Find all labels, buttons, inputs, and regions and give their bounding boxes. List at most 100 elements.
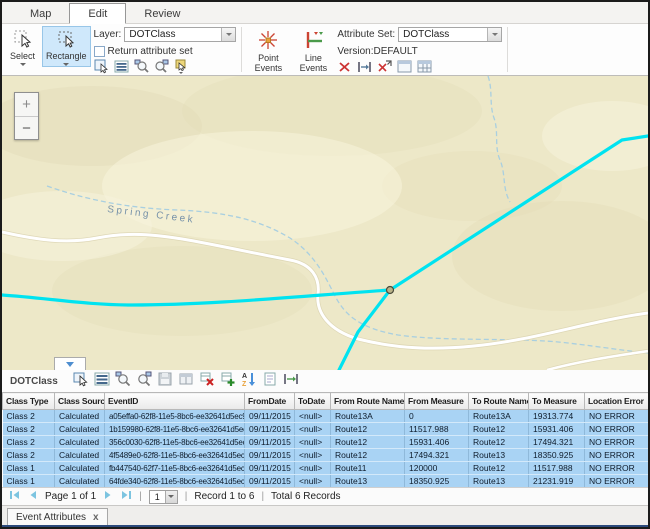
close-tab-icon[interactable]: x bbox=[93, 512, 99, 523]
attribute-set-combobox[interactable]: DOTClass bbox=[398, 27, 502, 42]
point-events-icon bbox=[257, 29, 279, 53]
table-cell: NO ERROR bbox=[585, 410, 649, 423]
table-cell: Class 1 bbox=[3, 475, 55, 488]
table-cell: <null> bbox=[295, 449, 331, 462]
table-cell: 09/11/2015 bbox=[245, 475, 295, 488]
column-header[interactable]: From Measure bbox=[405, 393, 469, 410]
table-cell: NO ERROR bbox=[585, 462, 649, 475]
attribute-set-value: DOTClass bbox=[399, 29, 487, 40]
collapse-arrow-icon bbox=[66, 362, 74, 367]
column-header[interactable]: ToDate bbox=[295, 393, 331, 410]
column-header[interactable]: FromDate bbox=[245, 393, 295, 410]
table-cell: 11517.988 bbox=[405, 423, 469, 436]
table-cell: <null> bbox=[295, 410, 331, 423]
last-page-button[interactable] bbox=[120, 490, 132, 503]
add-record-icon[interactable] bbox=[220, 371, 236, 392]
svg-text:A: A bbox=[242, 373, 247, 380]
page-status-text: Page 1 of 1 bbox=[45, 491, 96, 502]
event-attributes-tab-label: Event Attributes bbox=[16, 512, 86, 523]
table-cell: 21231.919 bbox=[529, 475, 585, 488]
point-events-label: Point Events bbox=[251, 53, 285, 73]
tab-review[interactable]: Review bbox=[126, 4, 198, 23]
column-header[interactable]: To Route Name bbox=[469, 393, 529, 410]
table-row[interactable]: Class 2Calculated356c0030-62f8-11e5-8bc6… bbox=[3, 436, 649, 449]
map-canvas[interactable]: Spring Creek + − bbox=[2, 76, 648, 370]
table-cell: Calculated bbox=[55, 423, 105, 436]
zoom-in-button[interactable]: + bbox=[15, 93, 38, 116]
panel-collapse-handle[interactable] bbox=[54, 357, 86, 370]
table-cell: NO ERROR bbox=[585, 475, 649, 488]
table-cell: 18350.925 bbox=[405, 475, 469, 488]
table-cell: Route13A bbox=[331, 410, 405, 423]
column-header[interactable]: To Measure bbox=[529, 393, 585, 410]
point-events-button[interactable]: Point Events bbox=[247, 26, 289, 74]
table-cell: fb447540-62f7-11e5-8bc6-ee32641d5ec9 bbox=[105, 462, 245, 475]
selection-group: Select Rectangle Layer: DOTClass bbox=[2, 24, 240, 75]
table-row[interactable]: Class 2Calculated4f5489e0-62f8-11e5-8bc6… bbox=[3, 449, 649, 462]
line-events-icon bbox=[302, 29, 324, 53]
select-records-icon[interactable] bbox=[73, 371, 89, 392]
line-events-button[interactable]: Line Events bbox=[292, 26, 334, 74]
save-icon[interactable] bbox=[157, 371, 173, 392]
table-cell: Calculated bbox=[55, 436, 105, 449]
edit-events-group: Point Events Line Events Attribute Set: … bbox=[243, 24, 506, 75]
event-editor-window: Map Edit Review Select Rectangle bbox=[0, 0, 650, 529]
column-header[interactable]: EventID bbox=[105, 393, 245, 410]
return-attribute-set-checkbox[interactable] bbox=[94, 46, 105, 57]
tab-map[interactable]: Map bbox=[12, 4, 69, 23]
measure-icon[interactable] bbox=[283, 371, 299, 392]
select-dropdown-caret-icon[interactable] bbox=[20, 63, 26, 66]
table-cell: Route12 bbox=[469, 462, 529, 475]
page-select-dropdown-button[interactable] bbox=[165, 491, 177, 503]
open-form-icon[interactable] bbox=[262, 371, 278, 392]
pan-to-event-icon[interactable] bbox=[136, 371, 152, 392]
column-header[interactable]: Class Type bbox=[3, 393, 55, 410]
table-header-row: Class TypeClass SourceEventIDFromDateToD… bbox=[3, 393, 649, 410]
table-row[interactable]: Class 1Calculated64fde340-62f8-11e5-8bc6… bbox=[3, 475, 649, 488]
column-header[interactable]: From Route Name bbox=[331, 393, 405, 410]
table-cell: Calculated bbox=[55, 462, 105, 475]
rectangle-dropdown-caret-icon[interactable] bbox=[63, 63, 69, 66]
table-cell: Calculated bbox=[55, 475, 105, 488]
next-page-button[interactable] bbox=[103, 490, 113, 503]
first-page-button[interactable] bbox=[9, 490, 21, 503]
show-records-icon[interactable] bbox=[94, 371, 110, 392]
rectangle-tool-label: Rectangle bbox=[46, 51, 87, 61]
table-cell: 17494.321 bbox=[529, 436, 585, 449]
table-cell: <null> bbox=[295, 462, 331, 475]
table-cell: Route13 bbox=[469, 449, 529, 462]
table-toolbar: DOTClass AZ bbox=[2, 370, 648, 392]
table-cell: Route12 bbox=[331, 423, 405, 436]
line-events-label: Line Events bbox=[296, 53, 330, 73]
table-cell: Class 1 bbox=[3, 462, 55, 475]
attribute-window-icon[interactable] bbox=[178, 371, 194, 392]
layer-combobox[interactable]: DOTClass bbox=[124, 27, 236, 42]
attribute-table: Class TypeClass SourceEventIDFromDateToD… bbox=[2, 392, 649, 488]
map-zoom-control: + − bbox=[14, 92, 39, 140]
column-header[interactable]: Location Error bbox=[585, 393, 649, 410]
table-cell: 64fde340-62f8-11e5-8bc6-ee32641d5ec9 bbox=[105, 475, 245, 488]
event-attributes-tab[interactable]: Event Attributes x bbox=[7, 508, 108, 526]
zoom-out-button[interactable]: − bbox=[15, 116, 38, 139]
table-row[interactable]: Class 2Calculateda05effa0-62f8-11e5-8bc6… bbox=[3, 410, 649, 423]
route-junction-marker[interactable] bbox=[387, 287, 394, 294]
column-header[interactable]: Class Source bbox=[55, 393, 105, 410]
tab-edit[interactable]: Edit bbox=[69, 3, 126, 24]
table-cell: Route13 bbox=[469, 475, 529, 488]
table-cell: 0 bbox=[405, 410, 469, 423]
page-select-dropdown[interactable]: 1 bbox=[149, 490, 178, 504]
rectangle-tool-button[interactable]: Rectangle bbox=[42, 26, 91, 67]
group-separator bbox=[241, 27, 242, 72]
table-cell: 356c0030-62f8-11e5-8bc6-ee32641d5ec9 bbox=[105, 436, 245, 449]
zoom-to-event-icon[interactable] bbox=[115, 371, 131, 392]
table-row[interactable]: Class 1Calculatedfb447540-62f7-11e5-8bc6… bbox=[3, 462, 649, 475]
sort-records-icon[interactable]: AZ bbox=[241, 371, 257, 392]
delete-record-icon[interactable] bbox=[199, 371, 215, 392]
rectangle-select-icon bbox=[56, 29, 76, 51]
select-tool-button[interactable]: Select bbox=[6, 26, 39, 67]
layer-dropdown-button[interactable] bbox=[221, 28, 235, 41]
pager-separator: | bbox=[261, 491, 264, 502]
table-row[interactable]: Class 2Calculated1b159980-62f8-11e5-8bc6… bbox=[3, 423, 649, 436]
previous-page-button[interactable] bbox=[28, 490, 38, 503]
attribute-set-dropdown-button[interactable] bbox=[487, 28, 501, 41]
